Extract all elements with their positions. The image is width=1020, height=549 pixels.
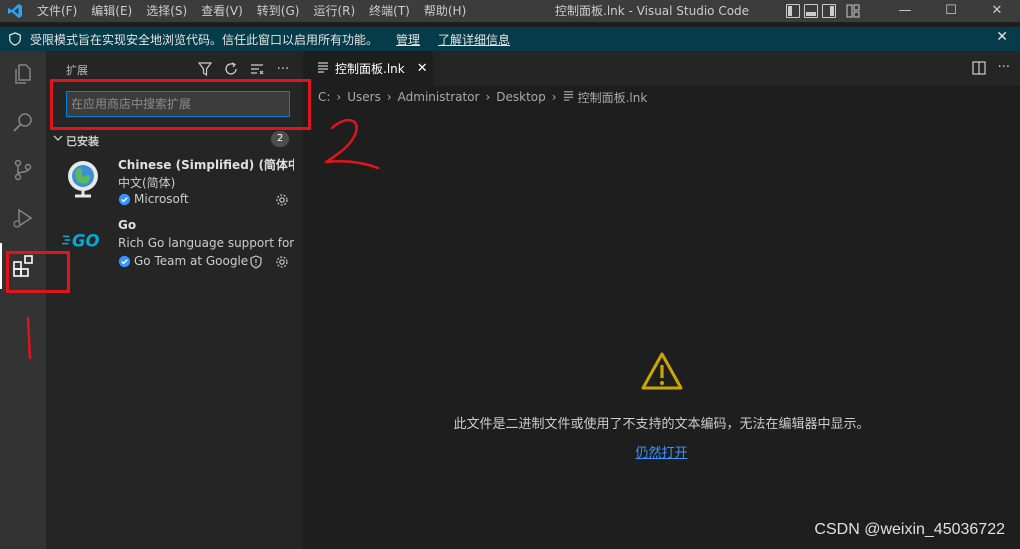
banner-close-button[interactable]: ✕ <box>996 29 1008 45</box>
menu-view[interactable]: 查看(V) <box>194 0 250 22</box>
breadcrumb-item[interactable]: C: <box>318 90 330 104</box>
extension-description: Rich Go language support for Visual Stud… <box>118 236 294 250</box>
editor-actions: ··· <box>971 61 1010 78</box>
svg-text:GO: GO <box>72 231 99 250</box>
split-editor-icon[interactable] <box>971 61 986 78</box>
sidebar-actions: ··· <box>197 61 291 77</box>
extension-publisher: Microsoft <box>118 192 189 206</box>
close-window-button[interactable]: ✕ <box>974 0 1020 22</box>
annotation-box-search <box>50 79 311 130</box>
extension-publisher: Go Team at Google <box>118 254 248 268</box>
menu-terminal[interactable]: 终端(T) <box>362 0 417 22</box>
manage-link[interactable]: 管理 <box>396 31 420 48</box>
search-icon[interactable] <box>0 99 46 145</box>
annotation-box-extensions <box>6 251 70 293</box>
toggle-panel-icon[interactable] <box>804 4 818 18</box>
binary-file-message: 此文件是二进制文件或使用了不支持的文本编码，无法在编辑器中显示。 <box>453 417 870 432</box>
breadcrumb: C: › Users › Administrator › Desktop › 控制面板.… <box>303 86 1020 108</box>
activity-bar <box>0 51 46 549</box>
menu-bar: 文件(F) 编辑(E) 选择(S) 查看(V) 转到(G) 运行(R) 终端(T… <box>30 0 473 22</box>
verified-icon <box>118 193 131 205</box>
more-actions-icon[interactable]: ··· <box>998 61 1010 78</box>
installed-section-header[interactable]: 已安装 2 <box>46 129 303 151</box>
editor-tab-bar: 控制面板.lnk ✕ ··· <box>303 51 1020 86</box>
menu-edit[interactable]: 编辑(E) <box>84 0 139 22</box>
tab-label: 控制面板.lnk <box>335 62 405 76</box>
window-controls: — ☐ ✕ <box>882 0 1020 22</box>
layout-controls <box>786 4 860 18</box>
verified-icon <box>118 255 131 267</box>
refresh-icon[interactable] <box>223 61 239 77</box>
learn-more-link[interactable]: 了解详细信息 <box>438 31 510 48</box>
chevron-right-icon: › <box>485 90 491 104</box>
extension-item-chinese[interactable]: Chinese (Simplified) (简体中文) Language Pac… <box>46 153 303 215</box>
open-anyway-link[interactable]: 仍然打开 <box>303 442 1020 461</box>
tab-control-panel[interactable]: 控制面板.lnk ✕ <box>303 51 433 86</box>
shield-icon <box>0 32 30 46</box>
file-lines-icon <box>563 90 574 104</box>
gear-icon[interactable] <box>275 193 289 210</box>
menu-help[interactable]: 帮助(H) <box>417 0 473 22</box>
publisher-name: Go Team at Google <box>134 254 249 268</box>
editor-area: 此文件是二进制文件或使用了不支持的文本编码，无法在编辑器中显示。 仍然打开 CS… <box>303 108 1020 549</box>
title-bar: 文件(F) 编辑(E) 选择(S) 查看(V) 转到(G) 运行(R) 终端(T… <box>0 0 1020 22</box>
more-actions-icon[interactable]: ··· <box>275 61 291 77</box>
run-debug-icon[interactable] <box>0 195 46 241</box>
toggle-secondary-sidebar-icon[interactable] <box>822 4 836 18</box>
installed-section-label: 已安装 <box>66 135 99 148</box>
explorer-icon[interactable] <box>0 51 46 97</box>
chevron-right-icon: › <box>336 90 342 104</box>
extension-description: 中文(简体) <box>118 176 176 190</box>
chevron-right-icon: › <box>386 90 392 104</box>
menu-run[interactable]: 运行(R) <box>306 0 362 22</box>
window-title: 控制面板.lnk - Visual Studio Code <box>555 4 750 18</box>
toggle-sidebar-icon[interactable] <box>786 4 800 18</box>
breadcrumb-item[interactable]: Desktop <box>496 90 546 104</box>
workspace-trust-icon[interactable] <box>249 255 263 272</box>
chevron-right-icon: › <box>551 90 557 104</box>
breadcrumb-item[interactable]: Administrator <box>398 90 480 104</box>
watermark: CSDN @weixin_45036722 <box>814 521 1005 538</box>
installed-count-badge: 2 <box>271 131 289 147</box>
breadcrumb-item[interactable]: 控制面板.lnk <box>578 89 648 106</box>
warning-icon <box>640 351 684 394</box>
maximize-button[interactable]: ☐ <box>928 0 974 22</box>
sidebar-title: 扩展 <box>66 64 88 77</box>
globe-icon <box>62 157 104 199</box>
extension-name: Chinese (Simplified) (简体中文) Language Pac… <box>118 158 294 172</box>
chevron-down-icon <box>52 132 64 147</box>
vscode-logo-icon <box>0 0 30 22</box>
file-lines-icon <box>317 61 329 76</box>
customize-layout-icon[interactable] <box>846 4 860 18</box>
minimize-button[interactable]: — <box>882 0 928 22</box>
filter-icon[interactable] <box>197 61 213 77</box>
extension-item-go[interactable]: GO Go Rich Go language support for Visua… <box>46 215 303 277</box>
menu-file[interactable]: 文件(F) <box>30 0 84 22</box>
breadcrumb-item[interactable]: Users <box>347 90 381 104</box>
menu-go[interactable]: 转到(G) <box>250 0 307 22</box>
extension-name: Go <box>118 218 137 232</box>
publisher-name: Microsoft <box>134 192 189 206</box>
menu-selection[interactable]: 选择(S) <box>139 0 194 22</box>
restricted-mode-banner: 受限模式旨在实现安全地浏览代码。信任此窗口以启用所有功能。 管理 了解详细信息 … <box>0 27 1020 51</box>
source-control-icon[interactable] <box>0 147 46 193</box>
close-icon[interactable]: ✕ <box>417 61 428 76</box>
clear-results-icon[interactable] <box>249 61 265 77</box>
gear-icon[interactable] <box>275 255 289 272</box>
banner-message: 受限模式旨在实现安全地浏览代码。信任此窗口以启用所有功能。 <box>30 32 379 47</box>
